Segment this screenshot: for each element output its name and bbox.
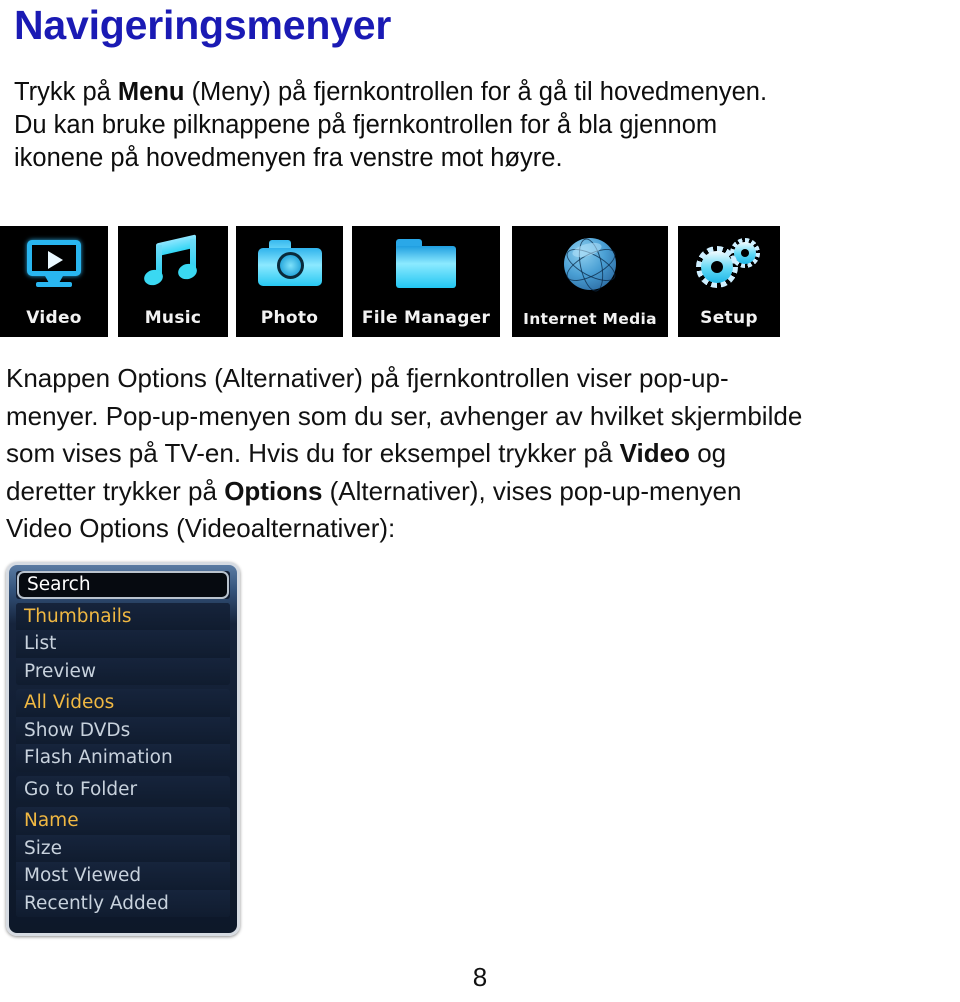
menu-item-size[interactable]: Size xyxy=(16,834,230,862)
body-line-2: menyer. Pop-up-menyen som du ser, avheng… xyxy=(6,400,803,431)
intro-paragraph: Trykk på Menu (Meny) på fjernkontrollen … xyxy=(14,76,950,175)
menu-icon-music[interactable]: Music xyxy=(118,226,228,337)
menu-icon-video-label: Video xyxy=(26,308,82,328)
menu-icon-setup-label: Setup xyxy=(700,308,758,328)
menu-item-go-to-folder[interactable]: Go to Folder xyxy=(16,775,230,803)
body-line-3-suffix: og xyxy=(689,438,727,468)
music-note-icon xyxy=(118,233,228,295)
menu-item-thumbnails[interactable]: Thumbnails xyxy=(16,602,230,630)
page-title: Navigeringsmenyer xyxy=(14,2,392,48)
menu-group: Go to Folder xyxy=(16,775,230,803)
main-menu-icon-strip: Video Music Photo File Manager Internet … xyxy=(0,226,790,337)
menu-item-all-videos[interactable]: All Videos xyxy=(16,689,230,717)
menu-icon-setup[interactable]: Setup xyxy=(678,226,780,337)
body-line-4: deretter trykker på Options (Alternative… xyxy=(6,473,956,511)
menu-icon-internet-media-label: Internet Media xyxy=(523,310,657,328)
intro-line-2: Du kan bruke pilknappene på fjernkontrol… xyxy=(14,111,718,139)
intro-line-1: Trykk på Menu (Meny) på fjernkontrollen … xyxy=(14,76,950,109)
menu-icon-internet-media[interactable]: Internet Media xyxy=(512,226,668,337)
body-line-4-prefix: deretter trykker på xyxy=(6,475,225,506)
menu-item-recently-added[interactable]: Recently Added xyxy=(16,889,230,917)
body-line-5: Video Options (Videoalternativer): xyxy=(6,513,396,543)
video-options-popup: Search Thumbnails List Preview All Video… xyxy=(6,562,240,936)
menu-item-flash-animation[interactable]: Flash Animation xyxy=(16,744,230,772)
body-line-3: som vises på TV-en. Hvis du for eksempel… xyxy=(6,435,956,473)
body-paragraph: Knappen Options (Alternativer) på fjernk… xyxy=(6,360,956,548)
intro-line-1-prefix: Trykk på xyxy=(14,78,118,106)
page-number: 8 xyxy=(472,962,488,992)
folder-icon xyxy=(352,233,500,295)
menu-item-preview[interactable]: Preview xyxy=(16,657,230,685)
menu-icon-file-manager[interactable]: File Manager xyxy=(352,226,500,337)
globe-icon xyxy=(512,233,668,295)
body-video-keyword: Video xyxy=(619,438,690,468)
intro-line-1-suffix: (Meny) på fjernkontrollen for å gå til h… xyxy=(184,78,768,106)
menu-icon-photo[interactable]: Photo xyxy=(236,226,343,337)
body-line-3-prefix: som vises på TV-en. Hvis du for eksempel… xyxy=(6,438,620,468)
menu-icon-file-manager-label: File Manager xyxy=(361,308,491,328)
menu-group: Name Size Most Viewed Recently Added xyxy=(16,807,230,917)
gears-icon xyxy=(678,233,780,295)
body-options-keyword: Options xyxy=(224,475,323,506)
menu-icon-photo-label: Photo xyxy=(260,308,319,328)
body-line-1: Knappen Options (Alternativer) på fjernk… xyxy=(6,363,729,393)
menu-item-name[interactable]: Name xyxy=(16,807,230,835)
intro-menu-keyword: Menu xyxy=(117,78,185,106)
video-screen-play-icon xyxy=(0,233,108,295)
intro-line-3: ikonene på hovedmenyen fra venstre mot h… xyxy=(14,144,563,172)
menu-item-search[interactable]: Search xyxy=(17,571,229,599)
menu-item-most-viewed[interactable]: Most Viewed xyxy=(16,862,230,890)
menu-item-show-dvds[interactable]: Show DVDs xyxy=(16,716,230,744)
menu-icon-music-label: Music xyxy=(144,308,202,328)
menu-group: Thumbnails List Preview xyxy=(16,602,230,685)
menu-icon-video[interactable]: Video xyxy=(0,226,108,337)
body-line-4-suffix: (Alternativer), vises pop-up-menyen xyxy=(322,475,742,506)
menu-group: All Videos Show DVDs Flash Animation xyxy=(16,689,230,772)
menu-item-list[interactable]: List xyxy=(16,630,230,658)
menu-group: Search xyxy=(16,571,230,599)
camera-icon xyxy=(236,233,343,295)
